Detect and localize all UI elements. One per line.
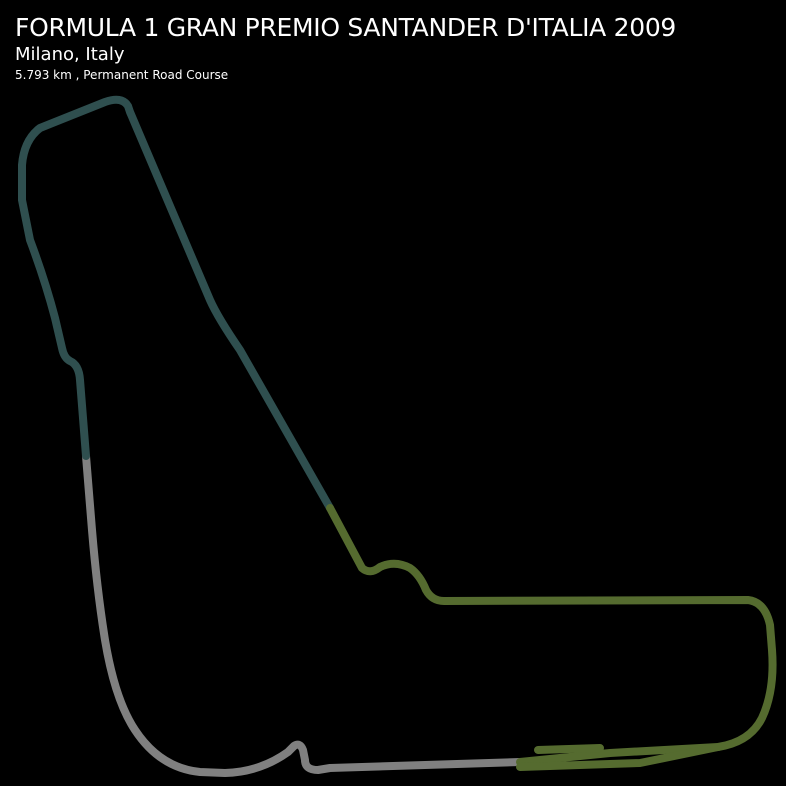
track-map xyxy=(18,95,777,777)
track-sector-1 xyxy=(82,452,524,777)
track-sector-2 xyxy=(326,504,777,766)
track-sector-3 xyxy=(18,95,334,512)
